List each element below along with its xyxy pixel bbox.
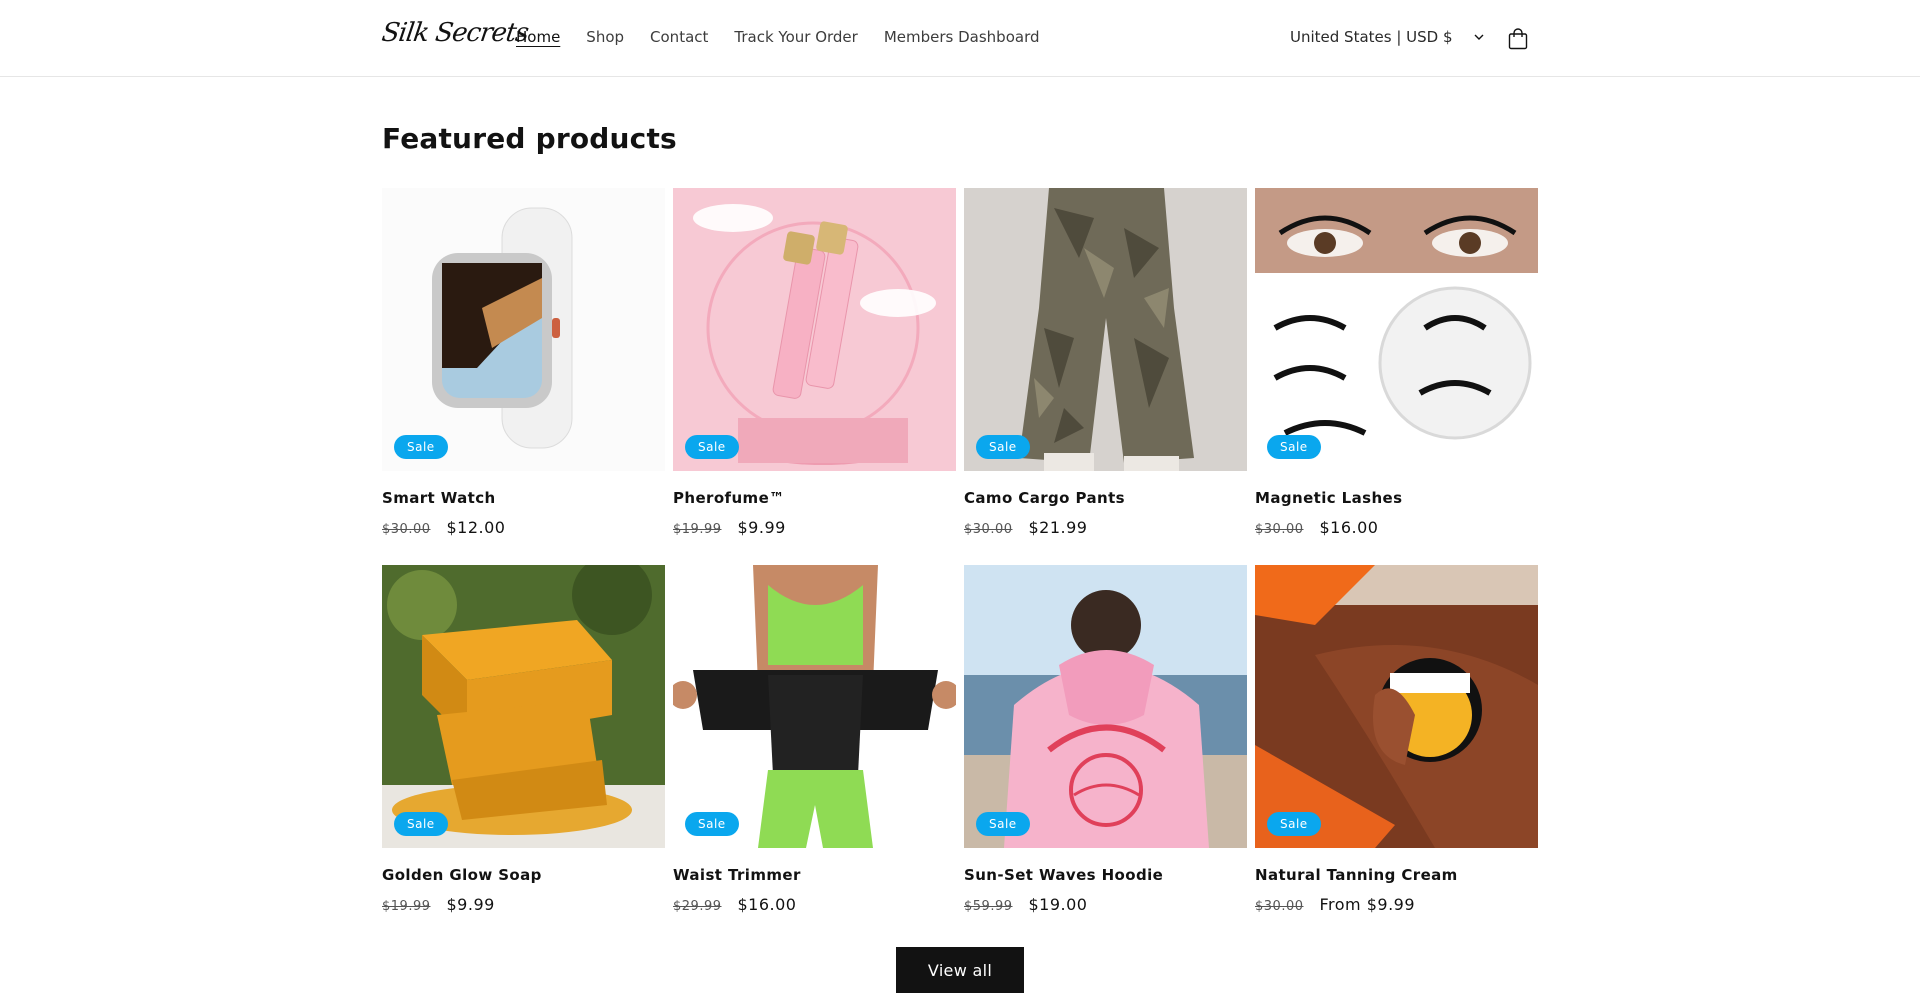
product-name[interactable]: Golden Glow Soap	[382, 866, 665, 884]
soap-bars-image[interactable]: Sale	[382, 565, 665, 848]
product-grid: Sale Smart Watch $30.00 $12.00 Sale Pher…	[382, 188, 1539, 914]
product-card[interactable]: Sale Magnetic Lashes $30.00 $16.00	[1255, 188, 1538, 537]
product-price: $19.99 $9.99	[382, 895, 665, 914]
original-price: $59.99	[964, 899, 1013, 914]
sale-price: $9.99	[737, 518, 786, 537]
product-card[interactable]: Sale Pherofume™ $19.99 $9.99	[673, 188, 956, 537]
product-card[interactable]: Sale Sun-Set Waves Hoodie $59.99 $19.00	[964, 565, 1247, 914]
sale-badge: Sale	[394, 435, 448, 459]
nav-members-dashboard[interactable]: Members Dashboard	[884, 28, 1040, 46]
tanning-cream-image[interactable]: Sale	[1255, 565, 1538, 848]
nav-shop[interactable]: Shop	[586, 28, 624, 46]
product-price: $30.00 From $9.99	[1255, 895, 1538, 914]
section-title: Featured products	[382, 122, 677, 155]
hoodie-image[interactable]: Sale	[964, 565, 1247, 848]
sale-price: From $9.99	[1319, 895, 1416, 914]
sale-badge: Sale	[976, 435, 1030, 459]
site-logo[interactable]: Silk Secrets	[380, 18, 530, 48]
original-price: $19.99	[382, 899, 431, 914]
nav-home[interactable]: Home	[516, 28, 560, 46]
sale-price: $16.00	[737, 895, 797, 914]
waist-trimmer-image[interactable]: Sale	[673, 565, 956, 848]
original-price: $19.99	[673, 522, 722, 537]
main-nav: Home Shop Contact Track Your Order Membe…	[516, 28, 1066, 46]
cart-icon[interactable]	[1506, 27, 1530, 51]
product-name[interactable]: Sun-Set Waves Hoodie	[964, 866, 1247, 884]
sale-price: $19.00	[1028, 895, 1088, 914]
sale-badge: Sale	[1267, 812, 1321, 836]
sale-price: $16.00	[1319, 518, 1379, 537]
product-name[interactable]: Smart Watch	[382, 489, 665, 507]
view-all-button[interactable]: View all	[896, 947, 1024, 993]
sale-badge: Sale	[1267, 435, 1321, 459]
nav-contact[interactable]: Contact	[650, 28, 708, 46]
sale-badge: Sale	[685, 812, 739, 836]
camo-pants-image[interactable]: Sale	[964, 188, 1247, 471]
original-price: $30.00	[1255, 899, 1304, 914]
product-name[interactable]: Camo Cargo Pants	[964, 489, 1247, 507]
product-price: $30.00 $12.00	[382, 518, 665, 537]
sale-price: $21.99	[1028, 518, 1088, 537]
chevron-down-icon	[1471, 29, 1487, 45]
product-card[interactable]: Sale Smart Watch $30.00 $12.00	[382, 188, 665, 537]
product-name[interactable]: Pherofume™	[673, 489, 956, 507]
product-price: $30.00 $16.00	[1255, 518, 1538, 537]
product-card[interactable]: Sale Natural Tanning Cream $30.00 From $…	[1255, 565, 1538, 914]
smart-watch-image[interactable]: Sale	[382, 188, 665, 471]
product-price: $30.00 $21.99	[964, 518, 1247, 537]
original-price: $30.00	[1255, 522, 1304, 537]
product-card[interactable]: Sale Camo Cargo Pants $30.00 $21.99	[964, 188, 1247, 537]
sale-badge: Sale	[976, 812, 1030, 836]
product-card[interactable]: Sale Waist Trimmer $29.99 $16.00	[673, 565, 956, 914]
original-price: $30.00	[964, 522, 1013, 537]
nav-track-order[interactable]: Track Your Order	[734, 28, 857, 46]
site-header: Silk Secrets Home Shop Contact Track You…	[0, 0, 1920, 77]
original-price: $29.99	[673, 899, 722, 914]
country-label: United States | USD $	[1290, 28, 1453, 46]
original-price: $30.00	[382, 522, 431, 537]
product-name[interactable]: Natural Tanning Cream	[1255, 866, 1538, 884]
sale-price: $9.99	[446, 895, 495, 914]
lashes-image[interactable]: Sale	[1255, 188, 1538, 471]
sale-price: $12.00	[446, 518, 506, 537]
product-price: $19.99 $9.99	[673, 518, 956, 537]
product-price: $59.99 $19.00	[964, 895, 1247, 914]
country-selector[interactable]: United States | USD $	[1290, 28, 1487, 46]
perfume-bottles-image[interactable]: Sale	[673, 188, 956, 471]
product-name[interactable]: Magnetic Lashes	[1255, 489, 1538, 507]
sale-badge: Sale	[685, 435, 739, 459]
product-name[interactable]: Waist Trimmer	[673, 866, 956, 884]
product-price: $29.99 $16.00	[673, 895, 956, 914]
sale-badge: Sale	[394, 812, 448, 836]
product-card[interactable]: Sale Golden Glow Soap $19.99 $9.99	[382, 565, 665, 914]
